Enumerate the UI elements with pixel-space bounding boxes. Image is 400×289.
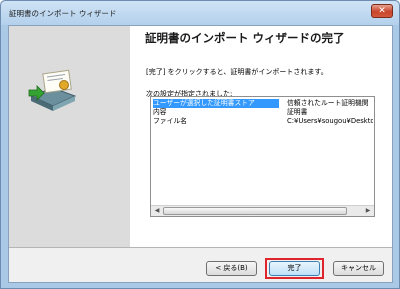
wizard-description: [完了] をクリックすると、証明書がインポートされます。: [146, 68, 328, 76]
settings-value: C:¥Users¥sougou¥Desktop¥cac: [287, 117, 373, 125]
settings-key: ユーザーが選択した証明書ストア: [153, 99, 279, 108]
settings-key: 内容: [153, 108, 167, 116]
wizard-client-area: 証明書のインポート ウィザードの完了 [完了] をクリックすると、証明書がインポ…: [8, 25, 393, 283]
close-button[interactable]: ✕: [371, 4, 393, 18]
window-title: 証明書のインポート ウィザード: [9, 9, 117, 18]
wizard-heading: 証明書のインポート ウィザードの完了: [145, 31, 345, 45]
settings-value: 証明書: [287, 108, 308, 116]
title-bar: 証明書のインポート ウィザード ✕: [1, 1, 399, 25]
certificate-icon: [28, 69, 77, 111]
scroll-right-icon[interactable]: ▶: [363, 207, 373, 215]
settings-key: ファイル名: [153, 117, 187, 125]
cancel-button[interactable]: キャンセル: [333, 261, 384, 276]
scroll-left-icon[interactable]: ◀: [152, 207, 162, 215]
settings-row[interactable]: ファイル名 C:¥Users¥sougou¥Desktop¥cac: [152, 117, 374, 126]
settings-list[interactable]: ユーザーが選択した証明書ストア 信頼されたルート証明機関 内容 証明書 ファイル…: [150, 96, 375, 217]
back-button[interactable]: < 戻る(B): [206, 261, 257, 276]
wizard-window: 証明書のインポート ウィザード ✕ 証明書のインポート ウィザードの完了 [完了…: [0, 0, 400, 289]
settings-value: 信頼されたルート証明機関: [287, 99, 369, 107]
finish-button[interactable]: 完了: [269, 261, 320, 276]
horizontal-scrollbar[interactable]: ◀ ▶: [151, 205, 374, 216]
button-bar: < 戻る(B) 完了 キャンセル: [9, 248, 392, 282]
scrollbar-thumb[interactable]: [163, 207, 347, 215]
wizard-side-panel: [9, 26, 130, 247]
settings-row[interactable]: ユーザーが選択した証明書ストア 信頼されたルート証明機関: [152, 99, 374, 108]
settings-row[interactable]: 内容 証明書: [152, 108, 374, 117]
